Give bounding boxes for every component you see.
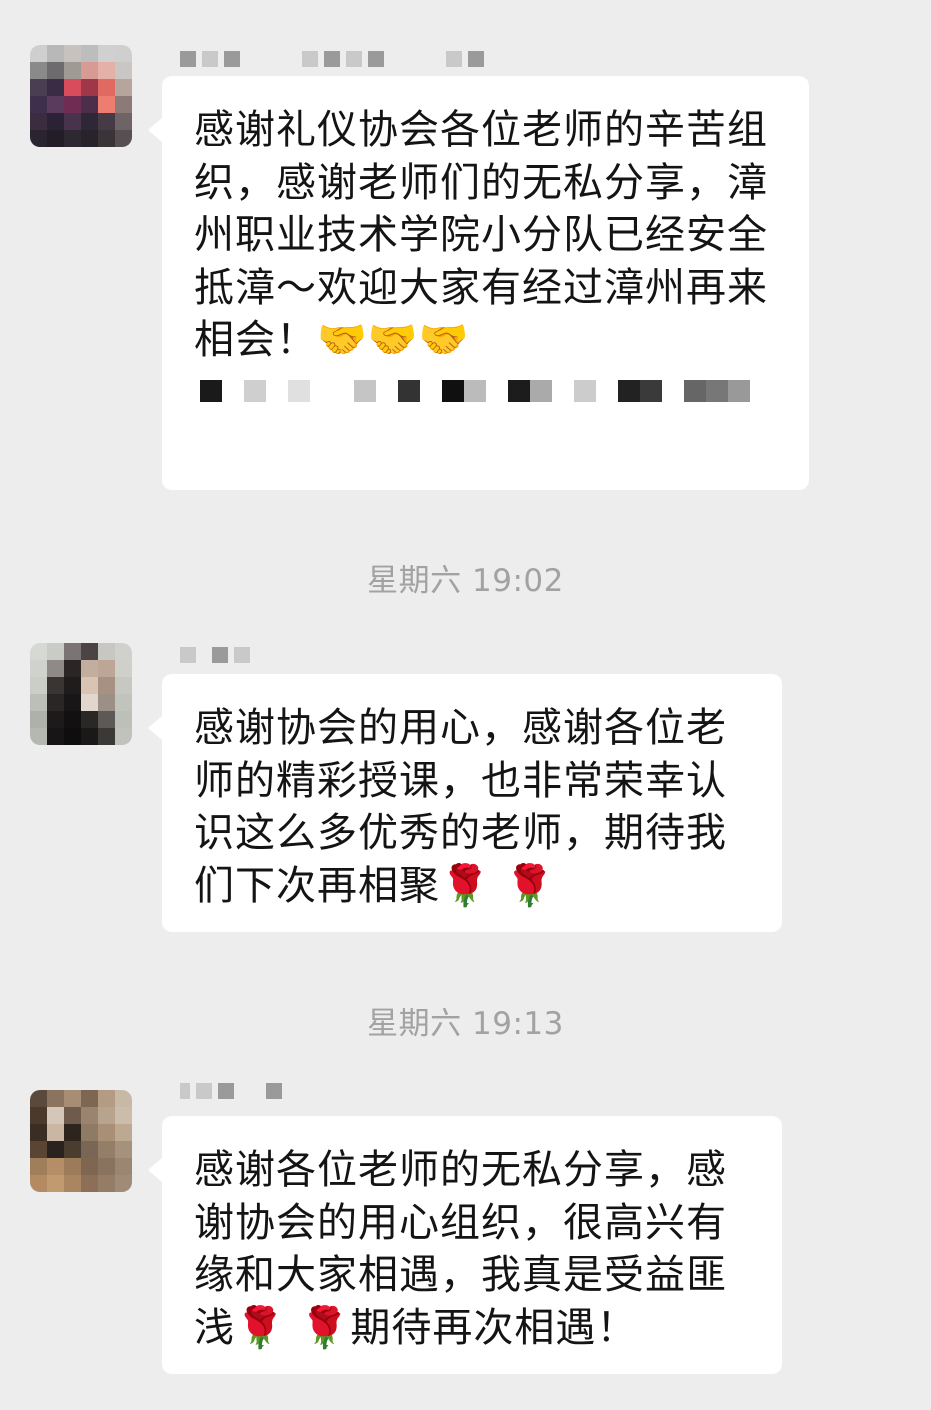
sender-name-redacted <box>180 640 250 670</box>
message-text: 感谢各位老师的无私分享，感谢协会的用心组织，很高兴有缘和大家相遇，我真是受益匪浅… <box>194 1147 727 1351</box>
sender-name-redacted <box>180 1076 282 1106</box>
message-text: 感谢礼仪协会各位老师的辛苦组织，感谢老师们的无私分享，漳州职业技术学院小分队已经… <box>194 107 768 363</box>
message-bubble[interactable]: 感谢协会的用心，感谢各位老师的精彩授课，也非常荣幸认识这么多优秀的老师，期待我们… <box>148 674 782 932</box>
message-bubble[interactable]: 感谢各位老师的无私分享，感谢协会的用心组织，很高兴有缘和大家相遇，我真是受益匪浅… <box>148 1116 782 1374</box>
redacted-text-mosaic <box>200 380 750 402</box>
avatar[interactable] <box>30 45 132 147</box>
timestamp: 星期六 19:13 <box>367 1006 564 1042</box>
avatar[interactable] <box>30 1090 132 1192</box>
sender-name-redacted <box>180 44 484 74</box>
message-bubble[interactable]: 感谢礼仪协会各位老师的辛苦组织，感谢老师们的无私分享，漳州职业技术学院小分队已经… <box>148 76 809 490</box>
chat-window[interactable]: 感谢礼仪协会各位老师的辛苦组织，感谢老师们的无私分享，漳州职业技术学院小分队已经… <box>0 0 931 1410</box>
avatar[interactable] <box>30 643 132 745</box>
timestamp: 星期六 19:02 <box>367 563 564 599</box>
message-text: 感谢协会的用心，感谢各位老师的精彩授课，也非常荣幸认识这么多优秀的老师，期待我们… <box>194 705 727 909</box>
